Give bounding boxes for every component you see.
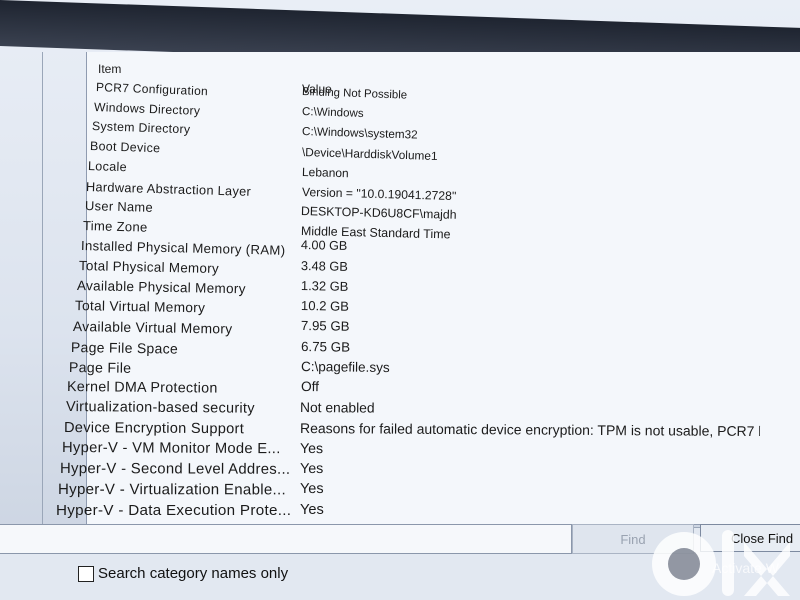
list-item-name: Kernel DMA Protection (67, 379, 219, 397)
list-item-name: Hyper-V - VM Monitor Mode E... (61, 440, 281, 458)
list-item-value: 3.48 GB (300, 258, 349, 275)
list-item-value: 1.32 GB (300, 278, 349, 295)
list-item[interactable]: Page File C:\pagefile.sys (0, 359, 800, 379)
column-header-item[interactable]: Item (98, 62, 121, 76)
list-item[interactable]: Installed Physical Memory (RAM) 4.00 GB (0, 238, 800, 259)
list-item-name: Device Encryption Support (63, 419, 244, 438)
list-item[interactable]: Hyper-V - Second Level Addres... Yes (0, 461, 800, 482)
list-item-value: Yes (300, 481, 324, 498)
list-item[interactable]: Hyper-V - VM Monitor Mode E... Yes (0, 440, 800, 461)
list-item[interactable]: User Name DESKTOP-KD6U8CF\majdh (0, 198, 800, 222)
list-item[interactable]: Page File Space 6.75 GB (0, 339, 800, 359)
list-item[interactable]: Total Virtual Memory 10.2 GB (0, 298, 800, 318)
list-item-name: Hyper-V - Data Execution Prote... (56, 501, 292, 519)
screen: – □ Item Value PCR7 ConfigurationBinding… (0, 0, 800, 600)
activate-windows-watermark: Activate W (712, 560, 779, 576)
list-item-value: Off (300, 379, 319, 395)
list-item-value: 10.2 GB (300, 298, 349, 315)
list-item[interactable]: Device Encryption Support Reasons for fai… (0, 420, 800, 441)
list-item-value: Yes (300, 460, 324, 477)
list-item[interactable]: Hardware Abstraction Layer Version = "10.… (0, 178, 800, 203)
list-item-value: Yes (300, 440, 324, 457)
list-item-name: User Name (84, 198, 153, 216)
list-item-name: Locale (88, 158, 128, 174)
list-item-name: Hyper-V - Virtualization Enable... (57, 481, 286, 499)
list-item-name: Total Physical Memory (78, 258, 219, 277)
list-item-name: Available Virtual Memory (73, 318, 233, 338)
list-item-name: Windows Directory (93, 99, 201, 118)
list-item-name: PCR7 Configuration (95, 80, 209, 99)
list-item-name: Hyper-V - Second Level Addres... (59, 460, 291, 478)
list-item-name: Time Zone (82, 218, 148, 235)
list-item-value: C:\Windows (301, 105, 364, 120)
list-item-name: Installed Physical Memory (RAM) (80, 238, 286, 259)
list-item[interactable]: PCR7 Configuration Binding Not Possible (0, 80, 800, 102)
list-item-value: C:\pagefile.sys (300, 358, 390, 375)
list-item[interactable]: Windows Directory C:\Windows (0, 99, 800, 120)
search-category-option[interactable]: Search category names only (78, 565, 288, 582)
list-item-name: Virtualization-based security (65, 399, 255, 418)
list-item-value: Yes (300, 501, 324, 518)
list-item-value: 6.75 GB (300, 338, 350, 355)
list-item-name: Total Virtual Memory (74, 298, 206, 316)
find-what-input[interactable] (0, 524, 572, 554)
list-item[interactable]: Total Physical Memory 3.48 GB (0, 258, 800, 277)
list-item-name: Available Physical Memory (76, 278, 246, 297)
list-item[interactable]: Available Virtual Memory 7.95 GB (0, 318, 800, 338)
search-category-label: Search category names only (98, 565, 289, 582)
list-item[interactable]: Time Zone Middle East Standard Time (0, 218, 800, 241)
list-item-value: 4.00 GB (301, 238, 348, 254)
list-item[interactable]: Hyper-V - Virtualization Enable... Yes (0, 481, 800, 502)
list-item[interactable]: System Directory C:\Windows\system32 (0, 119, 800, 142)
list-item[interactable]: Virtualization-based security Not enabled (0, 399, 800, 419)
search-category-checkbox[interactable] (78, 565, 94, 582)
list-item-value: Reasons for failed automatic device encr… (300, 419, 761, 439)
list-item-name: System Directory (91, 119, 191, 137)
list-item-value: 7.95 GB (300, 318, 350, 335)
list-item-name: Boot Device (90, 139, 161, 156)
list-item-name: Page File (69, 358, 132, 376)
list-item[interactable]: Available Physical Memory 1.32 GB (0, 278, 800, 298)
list-item-value: Not enabled (300, 399, 376, 417)
list-item-name: Hardware Abstraction Layer (86, 178, 252, 199)
list-item[interactable]: Boot Device \Device\HarddiskVolume1 (0, 139, 800, 163)
list-item-name: Page File Space (71, 338, 179, 357)
list-item[interactable]: Kernel DMA Protection Off (0, 379, 800, 399)
olx-logo-o-inner (668, 548, 700, 580)
list-item[interactable]: Locale Lebanon (0, 158, 800, 180)
